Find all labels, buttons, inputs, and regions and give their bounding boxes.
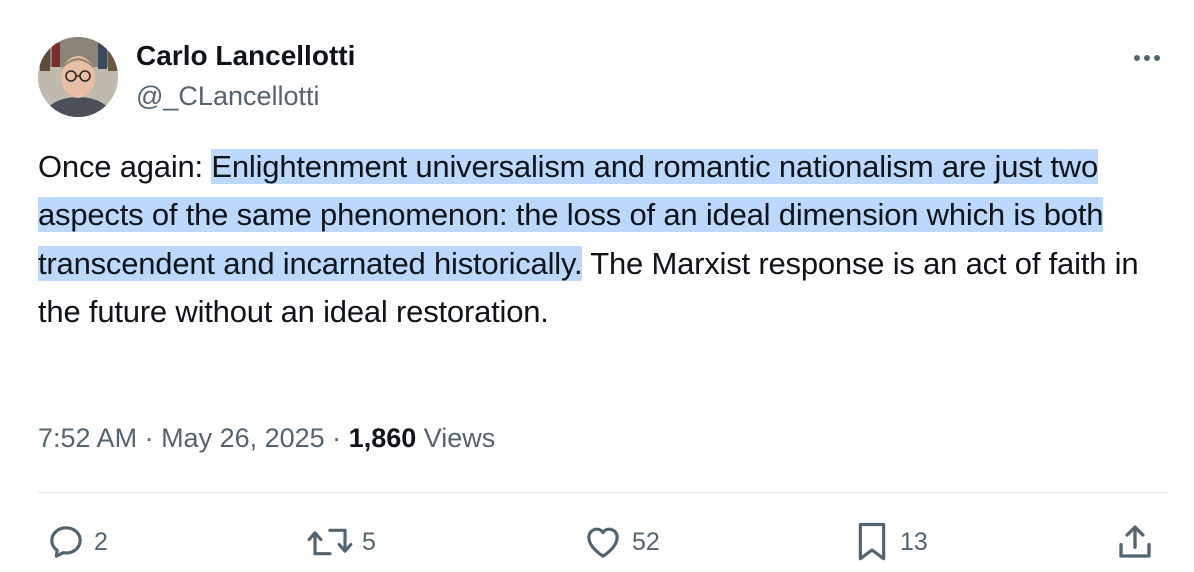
author-handle[interactable]: @_CLancellotti (136, 80, 320, 112)
tweet-text: Once again: Enlightenment universalism a… (38, 143, 1173, 337)
views-label: Views (416, 423, 496, 453)
share-button[interactable] (1114, 520, 1156, 564)
reply-button[interactable]: 2 (46, 520, 108, 564)
bookmark-count: 13 (900, 527, 928, 556)
like-count: 52 (632, 527, 660, 556)
more-button[interactable] (1124, 40, 1170, 76)
tweet-text-prefix: Once again: (38, 149, 212, 184)
divider (38, 492, 1168, 493)
heart-icon (587, 527, 619, 558)
more-dots-icon (1134, 55, 1160, 61)
share-upload-icon (1119, 525, 1151, 558)
reply-count: 2 (94, 527, 108, 556)
bookmark-icon (858, 522, 886, 561)
repost-button[interactable]: 5 (306, 520, 376, 564)
meta-separator: · (324, 423, 349, 453)
tweet-meta: 7:52 AM · May 26, 2025 · 1,860 Views (38, 420, 495, 456)
repost-arrows-icon (307, 528, 353, 556)
meta-separator: · (137, 423, 162, 453)
tweet-time[interactable]: 7:52 AM (38, 423, 137, 453)
avatar[interactable] (38, 37, 118, 117)
avatar-photo-icon (38, 37, 118, 117)
reply-bubble-icon (50, 526, 82, 558)
repost-count: 5 (362, 527, 376, 556)
tweet-date[interactable]: May 26, 2025 (161, 423, 325, 453)
author-name[interactable]: Carlo Lancellotti (136, 40, 355, 72)
views-count: 1,860 (348, 423, 417, 453)
bookmark-button[interactable]: 13 (852, 520, 928, 564)
like-button[interactable]: 52 (582, 520, 660, 564)
